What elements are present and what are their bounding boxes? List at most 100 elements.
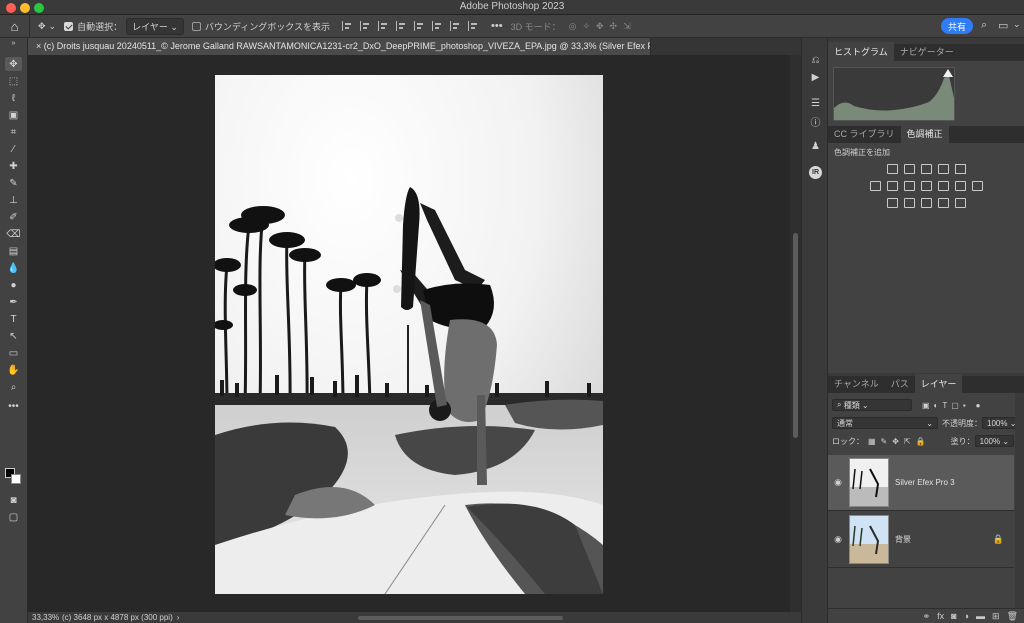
blur-tool-icon[interactable]: 💧	[5, 261, 22, 275]
posterize-icon[interactable]	[903, 198, 915, 208]
lock-icon[interactable]: 🔒	[993, 534, 1004, 545]
hand-tool-icon[interactable]: ✋	[5, 363, 22, 377]
screen-mode-icon[interactable]: ▢	[5, 510, 22, 524]
layers-scrollbar[interactable]	[1015, 393, 1024, 608]
healing-brush-icon[interactable]: ✚	[5, 159, 22, 173]
zoom-level[interactable]: 33,33%	[32, 613, 62, 622]
align-top-icon[interactable]	[396, 21, 407, 31]
eyedropper-tool-icon[interactable]: ⁄	[5, 142, 22, 156]
visibility-eye-icon[interactable]: ◉	[828, 534, 848, 545]
invert-icon[interactable]	[886, 198, 898, 208]
brightness-contrast-icon[interactable]	[886, 164, 898, 174]
channel-mixer-icon[interactable]	[937, 181, 949, 191]
stamp-tool-icon[interactable]: ⊥	[5, 193, 22, 207]
tab-navigator[interactable]: ナビゲーター	[894, 42, 960, 61]
horizontal-scroll-thumb[interactable]	[358, 616, 563, 620]
chevron-right-icon[interactable]: ›	[177, 613, 180, 622]
move-tool-preset[interactable]: ✥ ⌄	[38, 21, 56, 32]
add-mask-icon[interactable]: ◙	[951, 611, 956, 621]
close-tab-icon[interactable]: ×	[36, 41, 41, 51]
layer-filter-dropdown[interactable]: ⌕ 種類 ⌄	[832, 399, 912, 411]
document-tab[interactable]: × (c) Droits jusquau 20240511_© Jerome G…	[28, 38, 651, 55]
zoom-tool-icon[interactable]: ⌕	[5, 380, 22, 394]
layer-filter-icons[interactable]: ▣◐T▢▪	[922, 401, 970, 410]
align-middle-icon[interactable]	[414, 21, 425, 31]
tab-histogram[interactable]: ヒストグラム	[828, 42, 894, 61]
layer-style-icon[interactable]: fx	[937, 611, 944, 621]
actions-panel-icon[interactable]: ▶	[809, 71, 822, 84]
vertical-scroll-thumb[interactable]	[793, 233, 798, 438]
document-info[interactable]: (c) 3648 px x 4878 px (300 ppi)	[62, 613, 173, 622]
bounding-box-checkbox[interactable]: バウンディングボックスを表示	[191, 20, 330, 33]
align-left-icon[interactable]	[342, 21, 353, 31]
color-lookup-icon[interactable]	[954, 181, 966, 191]
learn-panel-icon[interactable]: ♟	[809, 140, 822, 153]
pen-tool-icon[interactable]: ✒	[5, 295, 22, 309]
delete-layer-icon[interactable]: 🗑	[1007, 611, 1018, 622]
align-center-icon[interactable]	[360, 21, 371, 31]
tab-channels[interactable]: チャンネル	[828, 374, 885, 393]
share-button[interactable]: 共有	[941, 18, 973, 34]
tab-paths[interactable]: パス	[885, 374, 915, 393]
brush-tool-icon[interactable]: ✎	[5, 176, 22, 190]
workspace-icon[interactable]: ▭	[998, 19, 1008, 32]
lasso-tool-icon[interactable]: ℓ	[5, 91, 22, 105]
move-tool-icon[interactable]: ✥	[5, 57, 22, 71]
auto-select-checkbox[interactable]: 自動選択： レイヤー ⌄	[64, 17, 184, 35]
selective-color-icon[interactable]	[937, 198, 949, 208]
eraser-tool-icon[interactable]: ⌫	[5, 227, 22, 241]
plugin-icon[interactable]: IR	[809, 166, 822, 179]
auto-select-dropdown[interactable]: レイヤー ⌄	[126, 17, 184, 35]
tab-cc-libraries[interactable]: CC ライブラリ	[828, 124, 901, 143]
history-panel-icon[interactable]: ⎌	[809, 54, 822, 67]
vertical-scrollbar[interactable]	[790, 55, 801, 612]
distribute-icon[interactable]	[450, 21, 461, 31]
threshold-icon[interactable]	[920, 198, 932, 208]
tab-layers[interactable]: レイヤー	[914, 374, 963, 393]
collapse-icon[interactable]: »	[5, 40, 22, 47]
blend-mode-dropdown[interactable]: 通常 ⌄	[832, 417, 938, 429]
chevron-down-icon[interactable]: ⌄	[1013, 19, 1021, 30]
adjustment-layer-icon[interactable]: ◑	[964, 611, 969, 621]
align-right-icon[interactable]	[378, 21, 389, 31]
document-image[interactable]	[213, 75, 603, 595]
search-icon[interactable]: ⌕	[981, 19, 987, 32]
type-tool-icon[interactable]: T	[5, 312, 22, 326]
distribute-vertical-icon[interactable]	[468, 21, 479, 31]
history-brush-icon[interactable]: ✐	[5, 210, 22, 224]
dodge-tool-icon[interactable]: ●	[5, 278, 22, 292]
shape-tool-icon[interactable]: ▭	[5, 346, 22, 360]
photo-filter-icon[interactable]	[920, 181, 932, 191]
fill-field[interactable]: 100% ⌄	[974, 435, 1015, 447]
curves-icon[interactable]	[920, 164, 932, 174]
hue-saturation-icon[interactable]	[869, 181, 881, 191]
background-color-swatch[interactable]	[11, 474, 21, 484]
more-tools-icon[interactable]: •••	[5, 399, 22, 413]
align-bottom-icon[interactable]	[432, 21, 443, 31]
new-group-icon[interactable]: ▬	[976, 611, 985, 621]
gradient-tool-icon[interactable]: ▤	[5, 244, 22, 258]
vibrance-icon[interactable]	[954, 164, 966, 174]
quick-mask-icon[interactable]: ◙	[5, 493, 22, 507]
layer-row[interactable]: ◉ 背景 🔒	[828, 512, 1014, 568]
home-button[interactable]: ⌂	[0, 14, 30, 38]
tab-adjustments[interactable]: 色調補正	[900, 124, 949, 143]
marquee-tool-icon[interactable]: ⬚	[5, 74, 22, 88]
crop-tool-icon[interactable]: ⌗	[5, 125, 22, 139]
layer-row[interactable]: ◉ Silver Efex Pro 3	[828, 455, 1014, 511]
properties-panel-icon[interactable]: ☰	[809, 97, 822, 110]
exposure-icon[interactable]	[937, 164, 949, 174]
new-layer-icon[interactable]: ⊞	[992, 611, 1000, 622]
black-white-icon[interactable]	[903, 181, 915, 191]
info-panel-icon[interactable]: ⓘ	[809, 115, 822, 129]
object-select-tool-icon[interactable]: ▣	[5, 108, 22, 122]
lock-icons[interactable]: ▦✎✥⇱🔒	[868, 437, 931, 446]
color-balance-icon[interactable]	[886, 181, 898, 191]
visibility-eye-icon[interactable]: ◉	[828, 477, 848, 488]
filter-toggle-icon[interactable]: ●	[976, 401, 981, 410]
grid-adjust-icon[interactable]	[971, 181, 983, 191]
path-select-icon[interactable]: ↖	[5, 329, 22, 343]
gradient-map-icon[interactable]	[954, 198, 966, 208]
more-options-button[interactable]: •••	[491, 20, 503, 32]
levels-icon[interactable]	[903, 164, 915, 174]
